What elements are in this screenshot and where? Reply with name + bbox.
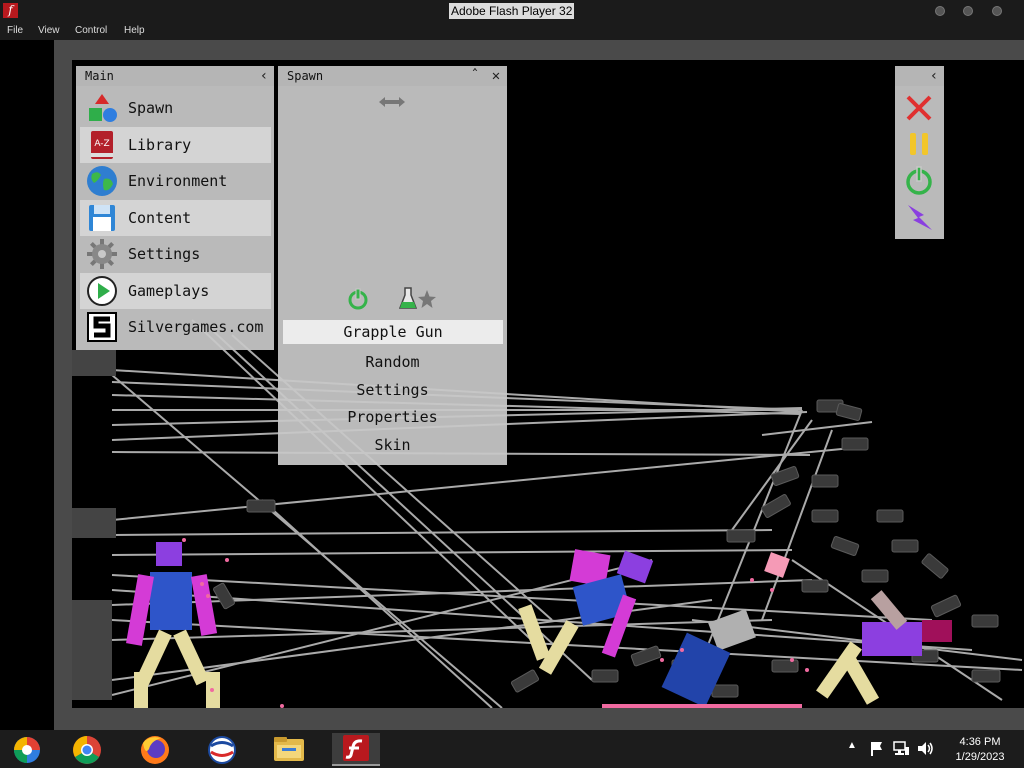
- close-window-button[interactable]: [992, 6, 1002, 16]
- maximize-button[interactable]: [963, 6, 973, 16]
- floppy-disk-icon: [89, 205, 115, 231]
- resize-arrows-icon[interactable]: [379, 95, 405, 109]
- main-menu-settings[interactable]: Settings: [80, 236, 271, 272]
- library-icon-text: A-Z: [94, 139, 109, 149]
- window-title: Adobe Flash Player 32: [449, 3, 575, 19]
- action-center-flag-icon[interactable]: [869, 741, 884, 756]
- tools-panel-header: ‹: [895, 66, 944, 86]
- power-icon[interactable]: [903, 165, 935, 197]
- main-panel: Main ‹ Spawn A-Z Library Environment Con…: [76, 66, 274, 350]
- main-menu-label: Gameplays: [128, 282, 210, 300]
- taskbar: ▲ 4:36 PM 1/29/2023: [0, 730, 1024, 768]
- taskbar-clock[interactable]: 4:36 PM 1/29/2023: [945, 735, 1015, 765]
- gear-icon: [87, 239, 117, 269]
- tools-panel: ‹: [895, 66, 944, 239]
- menu-view[interactable]: View: [38, 25, 60, 36]
- main-menu-silvergames[interactable]: Silvergames.com: [80, 309, 271, 345]
- taskbar-app-launcher[interactable]: [3, 733, 51, 766]
- power-icon[interactable]: [347, 288, 369, 310]
- menu-file[interactable]: File: [7, 25, 23, 36]
- minimize-button[interactable]: [935, 6, 945, 16]
- globe-icon: [87, 166, 117, 196]
- main-menu-label: Spawn: [128, 99, 174, 117]
- file-explorer-icon: [274, 737, 304, 761]
- stage-left-border: [54, 40, 72, 730]
- spawn-option-random[interactable]: Random: [278, 353, 507, 371]
- collapse-chevron-icon[interactable]: ‹: [254, 66, 274, 86]
- clock-time: 4:36 PM: [959, 736, 1001, 748]
- spawn-panel-title: Spawn: [287, 69, 324, 83]
- menu-help[interactable]: Help: [124, 25, 145, 36]
- spawn-option-properties[interactable]: Properties: [278, 408, 507, 426]
- close-panel-icon[interactable]: ✕: [486, 66, 506, 86]
- main-menu-label: Environment: [128, 172, 228, 190]
- taskbar-file-explorer[interactable]: [265, 733, 313, 766]
- firefox-icon: [141, 736, 169, 764]
- taskbar-chrome[interactable]: [63, 733, 111, 766]
- shapes-icon: [89, 94, 117, 122]
- ragdoll-right: [661, 552, 952, 708]
- selected-spawn-item[interactable]: Grapple Gun: [283, 320, 503, 344]
- app-launcher-icon: [14, 737, 40, 763]
- menu-control[interactable]: Control: [75, 25, 107, 36]
- main-menu-label: Library: [128, 136, 192, 154]
- chrome-icon: [73, 736, 101, 764]
- network-icon[interactable]: [893, 741, 910, 756]
- spawn-option-settings[interactable]: Settings: [278, 381, 507, 399]
- main-menu-label: Content: [128, 209, 192, 227]
- spawn-panel: Spawn ˆ ✕ Grapple Gun Random Settings Pr…: [278, 66, 507, 465]
- main-panel-title: Main: [85, 69, 114, 83]
- spawn-panel-header: Spawn ˆ ✕: [278, 66, 507, 86]
- clock-date: 1/29/2023: [955, 751, 1005, 763]
- main-menu-spawn[interactable]: Spawn: [80, 90, 271, 126]
- close-tool-icon[interactable]: [903, 92, 935, 124]
- flask-star-icon[interactable]: [399, 286, 439, 312]
- tray-overflow-icon[interactable]: ▲: [847, 740, 857, 751]
- stage-bottom-border: [54, 708, 1024, 730]
- main-menu-gameplays[interactable]: Gameplays: [80, 273, 271, 309]
- main-panel-header: Main ‹: [76, 66, 274, 86]
- window-left-margin: [0, 40, 54, 730]
- stage-top-border: [0, 40, 1024, 60]
- book-icon: A-Z: [91, 131, 113, 159]
- flash-app-icon: f: [3, 3, 18, 18]
- taskbar-browser[interactable]: [198, 733, 246, 766]
- main-menu-label: Settings: [128, 245, 201, 263]
- silvergames-logo-icon: [87, 312, 117, 342]
- flash-player-icon: [343, 735, 369, 761]
- main-menu-environment[interactable]: Environment: [80, 163, 271, 199]
- play-icon: [87, 276, 117, 306]
- taskbar-flash-player[interactable]: [332, 733, 380, 766]
- browser-icon: [208, 736, 236, 764]
- lightning-icon[interactable]: [903, 202, 935, 234]
- title-bar: f Adobe Flash Player 32: [0, 0, 1024, 22]
- ragdoll-left: [126, 542, 220, 708]
- volume-icon[interactable]: [917, 741, 934, 756]
- main-menu-library[interactable]: A-Z Library: [80, 127, 271, 163]
- main-menu-content[interactable]: Content: [80, 200, 271, 236]
- minimize-panel-icon[interactable]: ˆ: [465, 66, 485, 86]
- spawn-option-skin[interactable]: Skin: [278, 436, 507, 454]
- pause-icon[interactable]: [903, 128, 935, 160]
- wall-anchors: [72, 350, 116, 700]
- main-menu-label: Silvergames.com: [128, 318, 264, 336]
- menu-bar: File View Control Help: [0, 22, 1024, 40]
- taskbar-firefox[interactable]: [131, 733, 179, 766]
- collapse-chevron-icon[interactable]: ‹: [924, 66, 944, 86]
